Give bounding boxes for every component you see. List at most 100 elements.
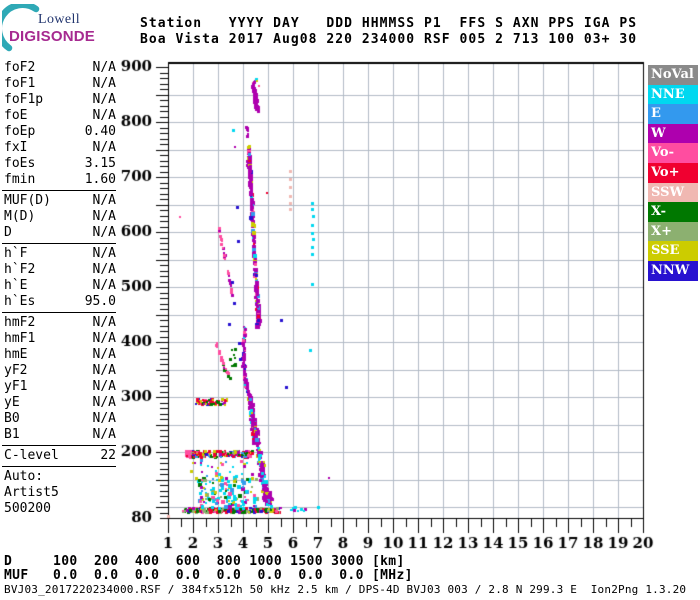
legend-item-nne: NNE (648, 84, 698, 105)
section-divider (2, 445, 116, 446)
param-row-hmf2: hmF2 N/A (4, 315, 116, 331)
header-line-1: Station YYYY DAY DDD HHMMSS P1 FFS S AXN… (140, 16, 638, 31)
ionogram-plot (120, 50, 700, 560)
param-value: N/A (92, 411, 116, 426)
param-value: N/A (92, 108, 116, 123)
param-label: h`F2 (4, 262, 36, 277)
ionogram-page: Lowell DIGISONDE Station YYYY DAY DDD HH… (0, 0, 700, 600)
param-row-clevel: C-level 22 (4, 448, 116, 464)
param-value: N/A (92, 347, 116, 362)
param-row-hes: h`Es 95.0 (4, 294, 116, 310)
param-label: foF2 (4, 60, 36, 75)
param-label: foE (4, 108, 28, 123)
param-value: 95.0 (84, 294, 116, 309)
param-row-b1: B1 N/A (4, 427, 116, 443)
legend-item-x: X- (648, 202, 698, 222)
header-line-2: Boa Vista 2017 Aug08 220 234000 RSF 005 … (140, 32, 638, 47)
param-label: B1 (4, 427, 20, 442)
param-label: yF2 (4, 363, 28, 378)
logo-digisonde-text: DIGISONDE (9, 28, 95, 45)
section-divider (2, 466, 116, 467)
param-row-hme: hmE N/A (4, 347, 116, 363)
param-row-yf1: yF1 N/A (4, 379, 116, 395)
param-label: foF1p (4, 92, 44, 107)
lowell-digisonde-logo: Lowell DIGISONDE (2, 4, 112, 52)
param-row-fxi: fxI N/A (4, 140, 116, 156)
legend-item-vo: Vo+ (648, 162, 698, 183)
param-row-foe: foE N/A (4, 108, 116, 124)
param-value: N/A (92, 209, 116, 224)
param-label: hmF1 (4, 331, 36, 346)
param-value: N/A (92, 60, 116, 75)
param-label: fmin (4, 172, 36, 187)
param-value: 1.60 (84, 172, 116, 187)
param-value: N/A (92, 193, 116, 208)
param-row-he: h`E N/A (4, 278, 116, 294)
param-row-mufd: MUF(D) N/A (4, 193, 116, 209)
param-value: N/A (92, 262, 116, 277)
d-distance-row: D 100 200 400 600 800 1000 1500 3000 [km… (4, 554, 405, 569)
autoscaling-info-artist5: Artist5 (4, 485, 59, 500)
legend-item-vo: Vo- (648, 143, 698, 163)
autoscaling-info-500200: 500200 (4, 501, 51, 516)
legend-item-x: X+ (648, 221, 698, 242)
autoscaling-info-auto: Auto: (4, 469, 44, 484)
param-label: D (4, 225, 12, 240)
param-label: foEs (4, 156, 36, 171)
param-row-hf: h`F N/A (4, 246, 116, 262)
param-row-foes: foEs 3.15 (4, 156, 116, 172)
param-value: N/A (92, 140, 116, 155)
legend-item-w: W (648, 123, 698, 144)
param-value: N/A (92, 278, 116, 293)
param-value: N/A (92, 225, 116, 240)
param-label: h`Es (4, 294, 36, 309)
legend-item-noval: NoVal (648, 65, 698, 85)
legend-item-nnw: NNW (648, 260, 698, 281)
param-value: N/A (92, 76, 116, 91)
param-row-fmin: fmin 1.60 (4, 172, 116, 188)
param-row-fof1: foF1 N/A (4, 76, 116, 92)
param-row-hf2: h`F2 N/A (4, 262, 116, 278)
param-value: 3.15 (84, 156, 116, 171)
section-divider (2, 312, 116, 313)
param-row-ye: yE N/A (4, 395, 116, 411)
param-value: N/A (92, 395, 116, 410)
param-label: h`E (4, 278, 28, 293)
legend-item-ssw: SSW (648, 182, 698, 203)
param-value: 0.40 (84, 124, 116, 139)
param-row-foep: foEp 0.40 (4, 124, 116, 140)
param-label: hmE (4, 347, 28, 362)
param-value: N/A (92, 315, 116, 330)
param-row-fof1p: foF1p N/A (4, 92, 116, 108)
param-label: hmF2 (4, 315, 36, 330)
param-label: foF1 (4, 76, 36, 91)
logo-lowell-text: Lowell (38, 12, 81, 27)
section-divider (2, 243, 116, 244)
param-label: yE (4, 395, 20, 410)
param-row-d: D N/A (4, 225, 116, 241)
param-row-md: M(D) N/A (4, 209, 116, 225)
param-row-b0: B0 N/A (4, 411, 116, 427)
param-value: N/A (92, 92, 116, 107)
param-value: N/A (92, 363, 116, 378)
legend-item-e: E (648, 104, 698, 124)
param-row-fof2: foF2 N/A (4, 60, 116, 76)
param-label: MUF(D) (4, 193, 51, 208)
param-label: C-level (4, 448, 59, 463)
section-divider (2, 190, 116, 191)
file-info-row: BVJ03_2017220234000.RSF / 384fx512h 50 k… (4, 583, 687, 596)
param-label: h`F (4, 246, 28, 261)
param-value: N/A (92, 331, 116, 346)
legend-item-sse: SSE (648, 241, 698, 261)
param-label: foEp (4, 124, 36, 139)
param-row-hmf1: hmF1 N/A (4, 331, 116, 347)
param-value: N/A (92, 427, 116, 442)
param-value: N/A (92, 246, 116, 261)
param-label: B0 (4, 411, 20, 426)
param-label: M(D) (4, 209, 36, 224)
param-label: fxI (4, 140, 28, 155)
param-value: N/A (92, 379, 116, 394)
muf-row: MUF 0.0 0.0 0.0 0.0 0.0 0.0 0.0 0.0 [MHz… (4, 568, 413, 583)
parameter-panel: foF2 N/A foF1 N/A foF1p N/A foE N/A foEp 0.40 fxI N… (2, 60, 116, 517)
echo-direction-legend: NoVal NNE E W Vo- Vo+ SSW X- X+ SSE NNW (648, 65, 698, 281)
